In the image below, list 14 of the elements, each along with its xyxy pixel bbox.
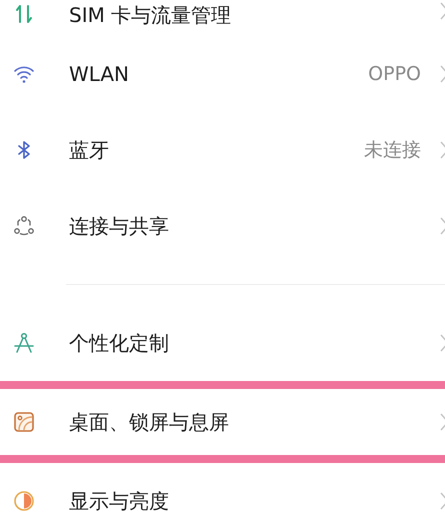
setting-label: 显示与亮度: [69, 488, 170, 514]
picture-frame-icon: [12, 410, 36, 434]
highlighted-settings-row[interactable]: 桌面、锁屏与息屏: [0, 381, 445, 463]
setting-label: 连接与共享: [69, 212, 170, 240]
setting-value: 未连接: [364, 138, 421, 163]
contrast-icon: [12, 489, 36, 513]
compass-icon: [12, 331, 36, 355]
setting-label: 蓝牙: [69, 136, 110, 164]
setting-label: SIM 卡与流量管理: [69, 2, 232, 29]
setting-label: 桌面、锁屏与息屏: [69, 408, 230, 436]
setting-label: WLAN: [69, 62, 130, 86]
setting-label: 个性化定制: [69, 330, 170, 356]
share-icon: [12, 214, 36, 238]
setting-value: OPPO: [368, 63, 421, 85]
